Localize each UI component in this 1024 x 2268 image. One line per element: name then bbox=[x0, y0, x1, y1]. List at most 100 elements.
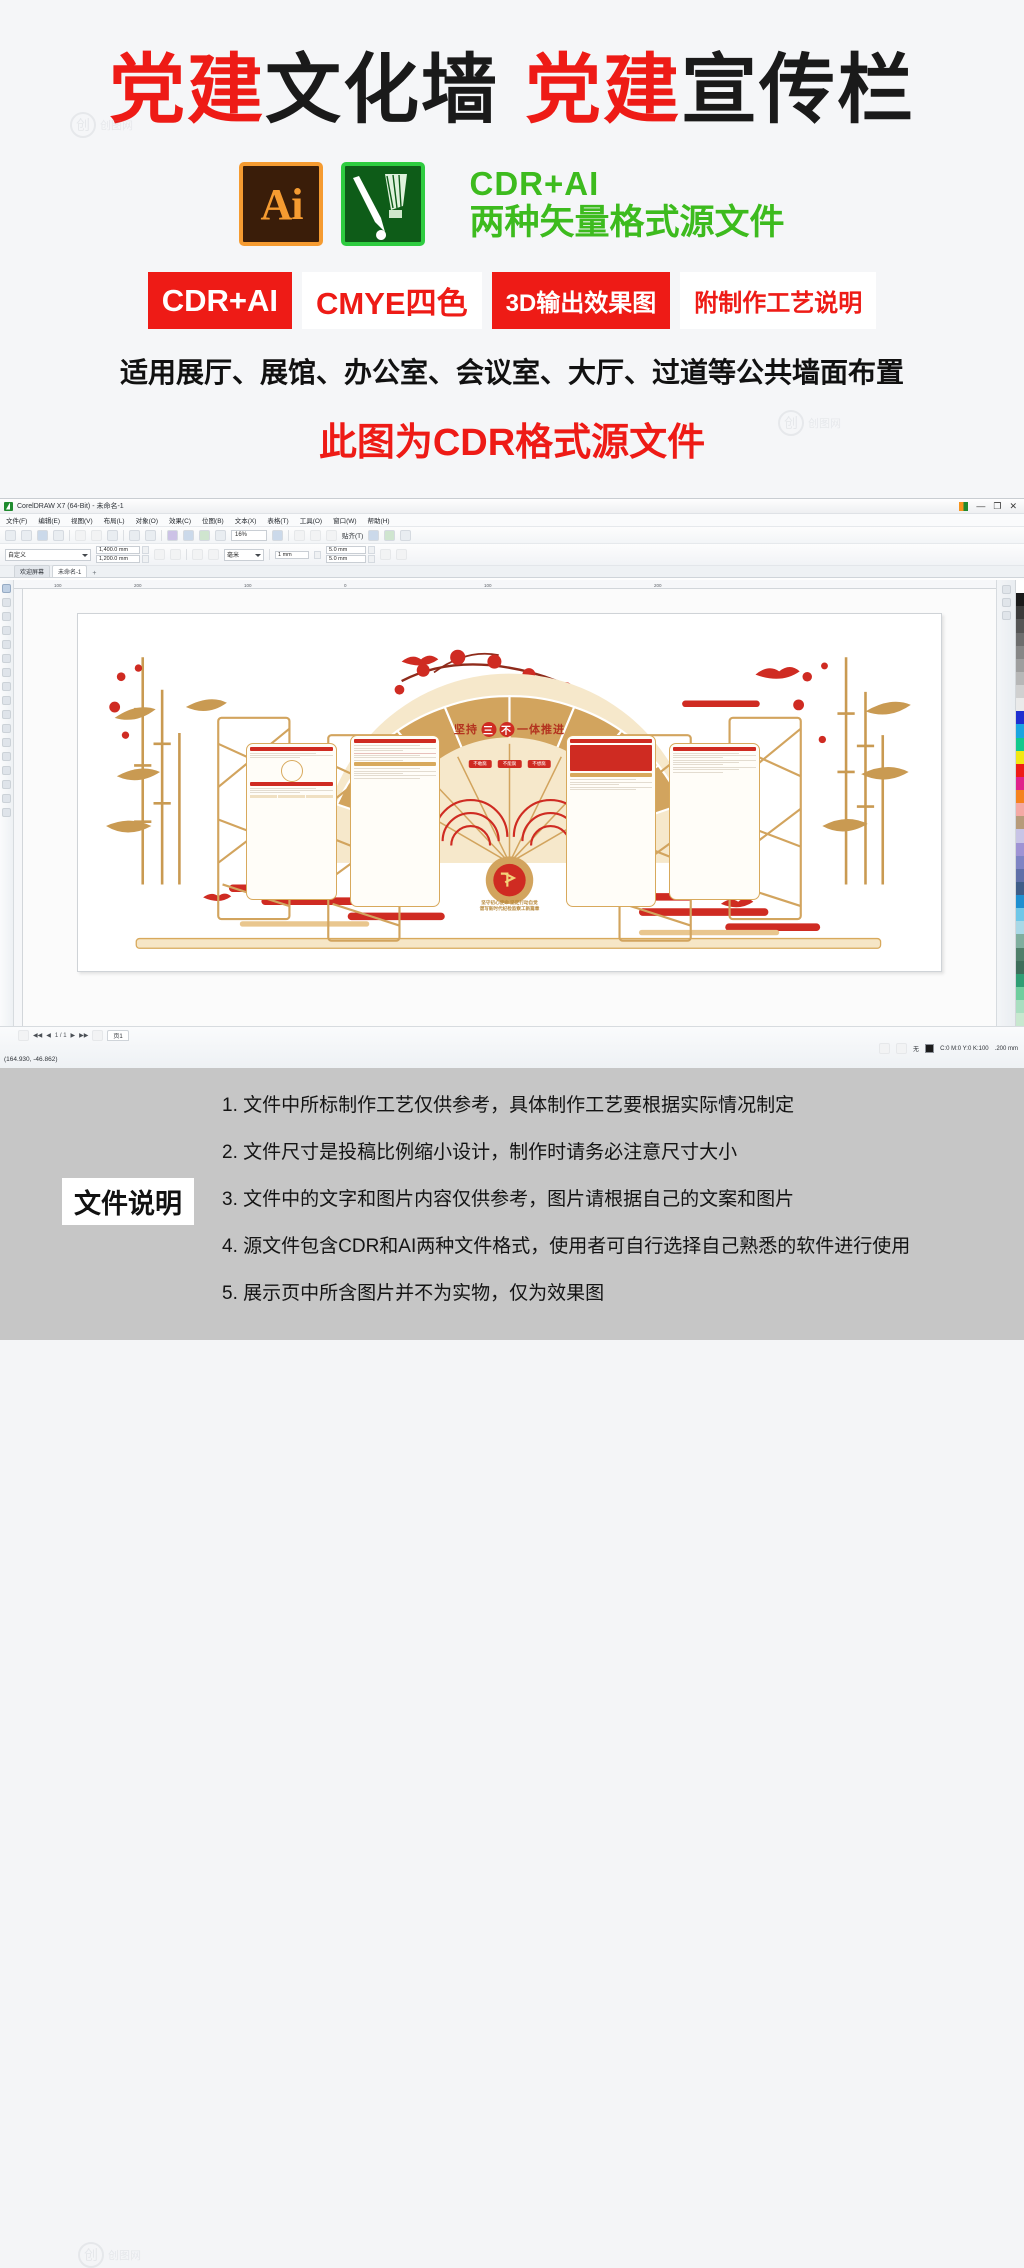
object-manager-button[interactable] bbox=[384, 529, 396, 541]
parallel-dimension-tool-icon[interactable] bbox=[2, 724, 11, 733]
new-tab-button[interactable]: + bbox=[89, 570, 99, 577]
zoom-level-combo[interactable]: 16% bbox=[231, 529, 267, 541]
add-page-button[interactable] bbox=[396, 549, 407, 560]
edit-scale-button[interactable] bbox=[380, 549, 391, 560]
tab-welcome-screen[interactable]: 欢迎屏幕 bbox=[14, 565, 51, 577]
color-palette[interactable] bbox=[1015, 580, 1024, 1027]
logo-row: Ai CDR+AI 两种矢量格式源文件 bbox=[0, 162, 1024, 246]
page-tab-1[interactable]: 页1 bbox=[107, 1030, 129, 1041]
shape-tool-icon[interactable] bbox=[2, 598, 11, 607]
page-height-field[interactable]: 1,200.0 mm bbox=[96, 555, 140, 563]
outline-indicator-icon[interactable] bbox=[896, 1043, 908, 1054]
landscape-orientation-button[interactable] bbox=[170, 549, 181, 560]
transparency-tool-icon[interactable] bbox=[2, 766, 11, 775]
freehand-tool-icon[interactable] bbox=[2, 640, 11, 649]
add-page-left-button[interactable] bbox=[18, 1030, 29, 1041]
undo-button[interactable] bbox=[129, 529, 140, 541]
fill-indicator-icon[interactable] bbox=[879, 1043, 891, 1054]
units-combo[interactable]: 毫米 bbox=[224, 548, 264, 561]
portrait-orientation-button[interactable] bbox=[154, 549, 165, 560]
vertical-ruler[interactable] bbox=[14, 589, 23, 1026]
menu-layout[interactable]: 布局(L) bbox=[104, 515, 125, 525]
pick-tool-icon[interactable] bbox=[2, 584, 11, 593]
menu-window[interactable]: 窗口(W) bbox=[333, 515, 356, 525]
minimize-button[interactable]: — bbox=[976, 501, 985, 511]
menu-effects[interactable]: 效果(C) bbox=[169, 515, 191, 525]
menu-help[interactable]: 帮助(H) bbox=[368, 515, 390, 525]
cdr-format-note: 此图为CDR格式源文件 bbox=[318, 422, 706, 464]
show-rulers-button[interactable] bbox=[326, 529, 337, 541]
interactive-fill-tool-icon[interactable] bbox=[2, 794, 11, 803]
new-button[interactable] bbox=[5, 529, 16, 541]
fullscreen-preview-button[interactable] bbox=[272, 529, 283, 541]
drawing-canvas[interactable]: 坚持 三 不 一体推进 不敢腐 不能腐 不想腐 坚守初心使命 坚定行动自觉 谱写… bbox=[23, 589, 996, 1026]
close-button[interactable]: ✕ bbox=[1009, 501, 1017, 511]
nudge-field[interactable]: 1 mm bbox=[275, 550, 309, 559]
open-button[interactable] bbox=[21, 529, 32, 541]
rectangle-tool-icon[interactable] bbox=[2, 668, 11, 677]
page-height-spinner[interactable] bbox=[142, 555, 149, 563]
snap-to-dropdown[interactable]: 贴齐(T) bbox=[342, 530, 363, 540]
menu-file[interactable]: 文件(F) bbox=[6, 515, 27, 525]
export-button[interactable] bbox=[183, 529, 194, 541]
menu-table[interactable]: 表格(T) bbox=[267, 515, 288, 525]
last-page-button[interactable]: ▶▶ bbox=[79, 1032, 88, 1039]
menu-bitmaps[interactable]: 位图(B) bbox=[202, 515, 224, 525]
horizontal-ruler[interactable]: 100 200 100 0 100 200 bbox=[14, 580, 996, 589]
copy-button[interactable] bbox=[91, 529, 102, 541]
duplicate-offset-x-spinner[interactable] bbox=[368, 546, 375, 554]
save-button[interactable] bbox=[37, 529, 48, 541]
color-style-icon[interactable] bbox=[959, 501, 969, 511]
menu-edit[interactable]: 编辑(E) bbox=[38, 515, 60, 525]
menu-object[interactable]: 对象(O) bbox=[136, 515, 158, 525]
prev-page-button[interactable]: ◀ bbox=[46, 1032, 51, 1039]
ellipse-tool-icon[interactable] bbox=[2, 682, 11, 691]
duplicate-offset-x[interactable]: 5.0 mm bbox=[326, 546, 366, 554]
publish-pdf-button[interactable] bbox=[199, 529, 210, 541]
add-page-right-button[interactable] bbox=[92, 1030, 104, 1041]
menu-text[interactable]: 文本(X) bbox=[235, 515, 257, 525]
color-palette-button[interactable] bbox=[400, 529, 412, 541]
show-grid-button[interactable] bbox=[294, 529, 305, 541]
application-launcher-button[interactable] bbox=[215, 529, 226, 541]
all-pages-button[interactable] bbox=[192, 549, 203, 560]
drop-shadow-tool-icon[interactable] bbox=[2, 752, 11, 761]
paste-button[interactable] bbox=[107, 529, 118, 541]
zoom-tool-icon[interactable] bbox=[2, 626, 11, 635]
smart-fill-tool-icon[interactable] bbox=[2, 654, 11, 663]
crop-tool-icon[interactable] bbox=[2, 612, 11, 621]
object-properties-docker-icon[interactable] bbox=[1001, 585, 1011, 594]
object-manager-docker-icon[interactable] bbox=[1001, 598, 1011, 607]
current-page-button[interactable] bbox=[208, 549, 219, 560]
show-guides-button[interactable] bbox=[310, 529, 321, 541]
badge-row: CDR+AI CMYE四色 3D输出效果图 附制作工艺说明 bbox=[0, 272, 1024, 329]
duplicate-offset-y[interactable]: 5.0 mm bbox=[326, 555, 366, 563]
restore-button[interactable]: ❐ bbox=[993, 501, 1001, 511]
menu-tools[interactable]: 工具(O) bbox=[300, 515, 322, 525]
standard-toolbar: 16% 贴齐(T) bbox=[0, 527, 1024, 544]
color-eyedropper-tool-icon[interactable] bbox=[2, 780, 11, 789]
menu-view[interactable]: 视图(V) bbox=[71, 515, 93, 525]
first-page-button[interactable]: ◀◀ bbox=[33, 1032, 42, 1039]
title-part-3: 党建 bbox=[525, 48, 681, 133]
outline-tool-icon[interactable] bbox=[2, 808, 11, 817]
panel-highlight bbox=[353, 752, 437, 754]
outline-color-swatch[interactable] bbox=[925, 1044, 935, 1053]
page-width-spinner[interactable] bbox=[142, 546, 149, 554]
duplicate-offset-y-spinner[interactable] bbox=[368, 555, 375, 563]
document-page[interactable]: 坚持 三 不 一体推进 不敢腐 不能腐 不想腐 坚守初心使命 坚定行动自觉 谱写… bbox=[77, 613, 942, 972]
next-page-button[interactable]: ▶ bbox=[71, 1032, 76, 1039]
page-preset-combo[interactable]: 自定义 bbox=[5, 548, 91, 561]
options-button[interactable] bbox=[368, 529, 380, 541]
nudge-spinner[interactable] bbox=[314, 550, 321, 559]
polygon-tool-icon[interactable] bbox=[2, 696, 11, 705]
collapse-docker-icon[interactable] bbox=[1001, 611, 1011, 620]
import-button[interactable] bbox=[167, 529, 178, 541]
text-tool-icon[interactable] bbox=[2, 710, 11, 719]
tab-untitled-1[interactable]: 未命名-1 bbox=[52, 565, 88, 577]
connector-tool-icon[interactable] bbox=[2, 738, 11, 747]
redo-button[interactable] bbox=[145, 529, 156, 541]
cut-button[interactable] bbox=[75, 529, 86, 541]
page-width-field[interactable]: 1,400.0 mm bbox=[96, 546, 140, 554]
print-button[interactable] bbox=[53, 529, 64, 541]
